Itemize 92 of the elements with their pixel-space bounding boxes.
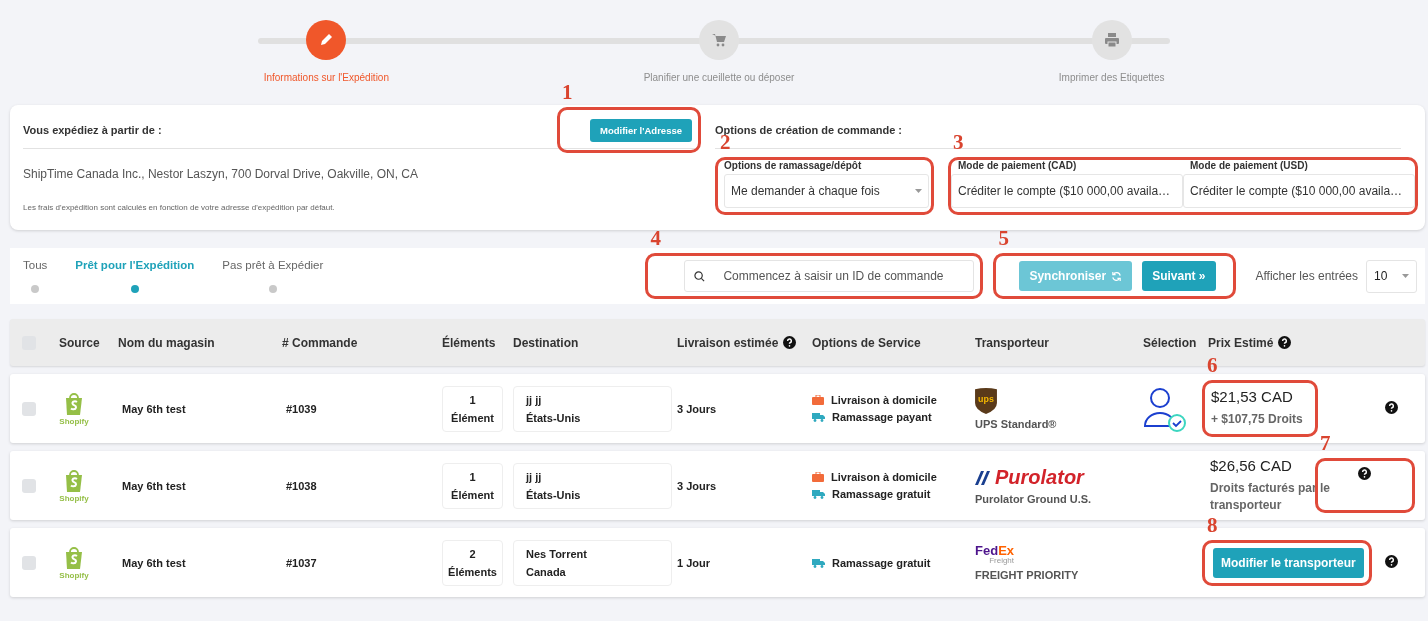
carrier-logo: Purolator — [975, 466, 1084, 489]
checkbox[interactable] — [22, 401, 36, 416]
edit-address-button[interactable]: Modifier l'Adresse — [590, 118, 692, 142]
shield-logo: ups — [975, 387, 997, 414]
change-carrier-button[interactable]: Modifier le transporteur — [1213, 547, 1364, 578]
items-cell: 1 Élément — [442, 385, 503, 432]
service-option: Livraison à domicile — [812, 394, 975, 406]
service-option: Ramassage payant — [812, 411, 975, 423]
column-header: # Commande — [282, 335, 359, 350]
step-label: Planifier une cueillette ou déposer — [643, 72, 795, 83]
user-check-icon[interactable] — [1143, 385, 1189, 432]
annotation-number: 7 — [1320, 431, 1331, 456]
shopify-logo: Shopify — [59, 391, 89, 426]
caret-icon — [915, 189, 922, 193]
truck-icon — [812, 557, 825, 568]
input-field[interactable]: Créditer le compte ($10 000,00 availa… — [951, 174, 1183, 208]
section-title: Vous expédiez à partir de : — [23, 123, 162, 136]
column-header: Livraison estimée — [677, 335, 812, 350]
items-cell: 2 Éléments — [442, 539, 503, 586]
carrier-service: Purolator Ground U.S. — [975, 493, 1092, 505]
help-icon[interactable] — [1385, 400, 1398, 414]
delivery-time: 3 Jours — [677, 402, 718, 415]
truck-icon — [812, 412, 825, 422]
briefcase-icon — [812, 395, 824, 405]
input-field[interactable]: Créditer le compte ($10 000,00 availa… — [1183, 174, 1415, 208]
carrier-logo: FedEx Freight — [975, 544, 1015, 565]
column-header: Sélection — [1143, 335, 1198, 350]
destination-cell: jj jj États-Unis — [513, 385, 672, 432]
order-number: #1039 — [285, 402, 318, 415]
items-cell: 1 Élément — [442, 462, 503, 509]
filter-tab[interactable]: Prêt pour l'Expédition — [75, 259, 195, 293]
entries-label: Afficher les entrées — [1255, 269, 1358, 283]
price-note: Droits facturés par le transporteur — [1210, 479, 1332, 514]
carrier-service: FREIGHT PRIORITY — [975, 569, 1079, 581]
order-number: #1038 — [285, 479, 318, 492]
shopify-logo: Shopify — [59, 468, 89, 503]
caret-icon — [1402, 274, 1409, 278]
delivery-time: 1 Jour — [677, 556, 711, 569]
destination-cell: Nes Torrent Canada — [513, 539, 672, 586]
column-header: Source — [59, 335, 101, 350]
filter-tab[interactable]: Pas prêt à Expédier — [222, 259, 324, 293]
price-amount: $21,53 CAD — [1211, 388, 1293, 406]
column-header: Prix Estimé — [1208, 335, 1385, 350]
field-label: Options de ramassage/dépôt — [724, 160, 863, 171]
shopify-logo: Shopify — [59, 545, 89, 580]
briefcase-icon — [812, 472, 824, 482]
store-name: May 6th test — [121, 479, 187, 492]
checkbox[interactable] — [22, 555, 36, 570]
entries-select[interactable]: 10 — [1366, 259, 1417, 293]
destination-cell: jj jj États-Unis — [513, 462, 672, 509]
select-field[interactable]: Me demander à chaque fois — [724, 174, 929, 208]
printer-icon — [1103, 32, 1120, 48]
column-header: Transporteur — [975, 335, 1050, 350]
annotation-number: 5 — [998, 226, 1009, 251]
column-header: Éléments — [442, 335, 497, 350]
annotation-number: 6 — [1207, 353, 1218, 379]
refresh-icon — [1111, 270, 1123, 282]
price-note: + $107,75 Droits — [1211, 411, 1303, 429]
store-name: May 6th test — [121, 556, 187, 569]
search-field[interactable]: Commencez à saisir un ID de commande — [684, 260, 975, 292]
annotation-number: 1 — [562, 79, 573, 105]
service-option: Ramassage gratuit — [812, 556, 975, 569]
checkbox[interactable] — [22, 478, 36, 493]
help-icon[interactable] — [1385, 554, 1398, 568]
service-option: Ramassage gratuit — [812, 488, 975, 500]
truck-icon — [812, 489, 825, 499]
field-label: Mode de paiement (USD) — [1189, 160, 1309, 171]
note-text: Les frais d'expédition sont calculés en fonction de votre adresse d'expédition par défaut. — [23, 203, 336, 212]
step-label: Imprimer des Etiquettes — [1058, 72, 1165, 83]
cart-icon — [711, 32, 727, 48]
step-label: Informations sur l'Expédition — [263, 72, 389, 83]
annotation-number: 3 — [953, 130, 964, 155]
column-header: Nom du magasin — [118, 335, 216, 350]
column-header: Destination — [513, 335, 580, 350]
field-label: Mode de paiement (CAD) — [957, 160, 1078, 171]
help-icon[interactable] — [1358, 467, 1371, 480]
store-name: May 6th test — [121, 402, 187, 415]
carrier-service: UPS Standard® — [975, 417, 1057, 430]
pencil-icon — [318, 32, 335, 48]
filter-tab[interactable]: Tous — [23, 259, 48, 293]
delivery-time: 3 Jours — [677, 479, 718, 492]
column-header: Options de Service — [812, 335, 922, 350]
help-icon[interactable] — [1278, 336, 1292, 349]
annotation-number: 4 — [650, 226, 661, 251]
price-amount: $26,56 CAD — [1210, 456, 1292, 474]
order-number: #1037 — [285, 556, 318, 569]
address-text: ShipTime Canada Inc., Nestor Laszyn, 700 Dorval Drive, Oakville, ON, CA — [23, 167, 420, 181]
annotation-number: 8 — [1207, 512, 1218, 538]
next-button[interactable]: Suivant » — [1142, 261, 1216, 291]
section-title: Options de création de commande : — [715, 123, 903, 136]
service-option: Livraison à domicile — [812, 471, 975, 483]
help-icon[interactable] — [783, 336, 797, 349]
